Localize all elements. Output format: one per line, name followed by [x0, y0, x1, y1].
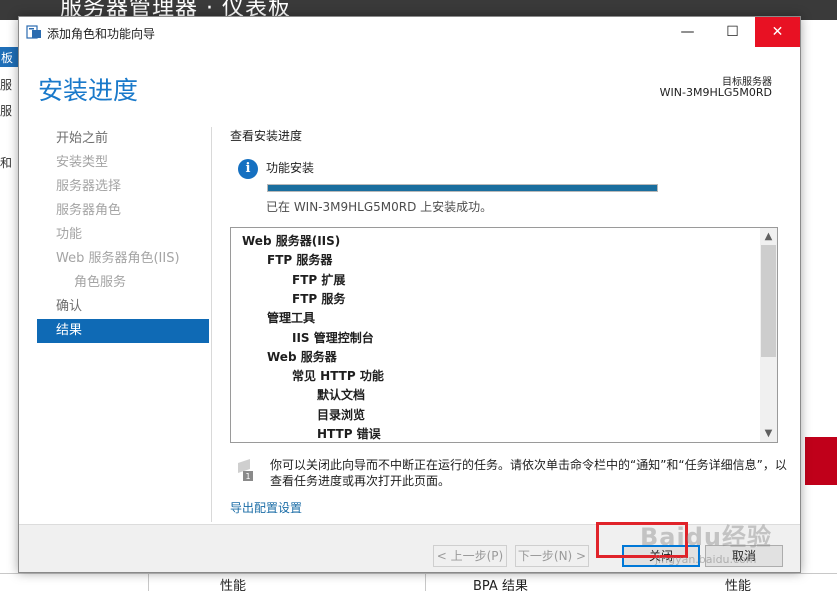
previous-button[interactable]: < 上一步(P) [433, 545, 507, 567]
next-button[interactable]: 下一步(N) > [515, 545, 589, 567]
maximize-button[interactable]: ☐ [710, 17, 755, 47]
svg-text:1: 1 [245, 472, 250, 481]
close-window-button[interactable]: ✕ [755, 17, 800, 47]
dialog-titlebar[interactable]: 添加角色和功能向导 — ☐ ✕ [19, 17, 800, 47]
notification-flag-icon: 1 [238, 459, 253, 481]
wizard-header: 安装进度 目标服务器 WIN-3M9HLG5M0RD [19, 47, 800, 127]
feature-tree-item: 目录浏览 [317, 407, 366, 422]
nav-item[interactable]: 和 [0, 154, 12, 171]
tile-performance-label: 性能 [725, 579, 752, 591]
minimize-button[interactable]: — [665, 17, 710, 47]
feature-tree-item: Web 服务器(IIS) [242, 234, 341, 248]
page-title: 安装进度 [38, 76, 139, 105]
baidu-watermark: Baidu经验 [640, 523, 772, 551]
info-icon: i [238, 159, 258, 179]
feature-tree-item: FTP 服务 [292, 291, 346, 306]
scrollbar-thumb[interactable] [761, 245, 776, 357]
progress-fill [268, 185, 657, 191]
tile-bpa-label: BPA 结果 [473, 579, 528, 591]
step-confirmation[interactable]: 确认 [37, 295, 209, 319]
dialog-title: 添加角色和功能向导 [47, 27, 156, 41]
feature-tree-item: FTP 扩展 [292, 272, 346, 287]
nav-item[interactable]: 服 [0, 102, 12, 119]
feature-tree-item: Web 服务器 [267, 349, 337, 364]
dashboard-tiles-footer: 性能 BPA 结果 性能 [0, 573, 837, 591]
scroll-up-arrow-icon[interactable]: ▲ [760, 228, 777, 245]
step-install-type: 安装类型 [56, 155, 109, 170]
feature-tree-item: 管理工具 [267, 311, 316, 326]
feature-tree-item: HTTP 错误 [317, 427, 381, 441]
install-progress-bar [267, 184, 658, 192]
nav-item[interactable]: 服 [0, 76, 12, 93]
step-server-roles: 服务器角色 [56, 203, 122, 218]
feature-tree-item: 默认文档 [317, 388, 366, 403]
scroll-down-arrow-icon[interactable]: ▼ [760, 425, 777, 442]
tile-performance-label: 性能 [220, 579, 247, 591]
feature-tree-item: FTP 服务器 [267, 253, 333, 268]
feature-install-label: 功能安装 [266, 161, 315, 175]
step-results[interactable]: 结果 [37, 319, 209, 343]
installed-features-list[interactable]: Web 服务器(IIS) FTP 服务器 FTP 扩展 FTP 服务管理工具 IIS 管… [230, 227, 778, 443]
alert-tile [805, 437, 837, 485]
vertical-scrollbar[interactable]: ▲ ▼ [760, 228, 777, 442]
server-manager-left-nav: 板 服 服 和 [0, 20, 18, 591]
step-web-server-role: Web 服务器角色(IIS) [56, 251, 180, 266]
feature-tree-item: 常见 HTTP 功能 [292, 369, 384, 384]
step-features: 功能 [56, 227, 83, 242]
install-status-text: 已在 WIN-3M9HLG5M0RD 上安装成功。 [266, 200, 493, 214]
step-before-you-begin[interactable]: 开始之前 [37, 127, 209, 151]
nav-dashboard[interactable]: 板 [0, 47, 18, 67]
wizard-app-icon [26, 25, 41, 39]
baidu-watermark-url: jingyan.baidu.com [655, 553, 757, 566]
step-role-services: 角色服务 [74, 275, 127, 290]
add-roles-wizard-dialog: 添加角色和功能向导 — ☐ ✕ 安装进度 目标服务器 WIN-3M9HLG5M0… [18, 16, 801, 573]
step-server-selection: 服务器选择 [56, 179, 122, 194]
wizard-steps: 开始之前 安装类型 服务器选择 服务器角色 功能 Web 服务器角色(IIS) … [37, 127, 209, 343]
target-server-name: WIN-3M9HLG5M0RD [659, 86, 772, 99]
export-config-link[interactable]: 导出配置设置 [230, 499, 302, 516]
steps-divider [211, 127, 212, 522]
section-title: 查看安装进度 [230, 129, 303, 143]
close-wizard-note: 你可以关闭此向导而不中断正在运行的任务。请依次单击命令栏中的“通知”和“任务详细… [270, 458, 787, 488]
feature-tree-item: IIS 管理控制台 [292, 330, 374, 345]
